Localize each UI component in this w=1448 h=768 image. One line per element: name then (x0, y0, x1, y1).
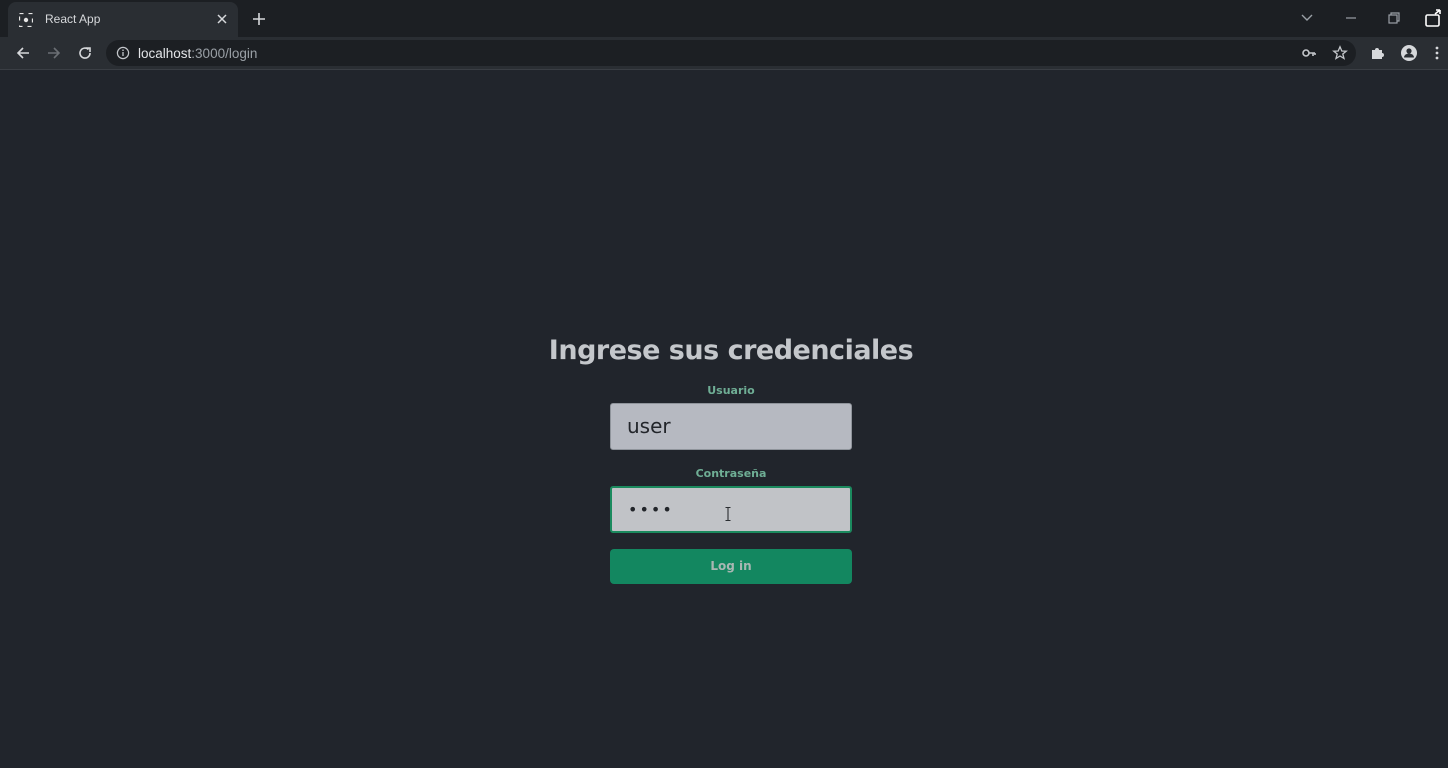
react-logo-icon (19, 13, 33, 27)
restore-window-icon[interactable] (1386, 10, 1402, 26)
url-text[interactable]: localhost:3000/login (138, 46, 257, 61)
site-info-icon[interactable] (116, 46, 130, 60)
tab-strip: React App (0, 0, 1448, 37)
password-input[interactable]: •••• (610, 486, 852, 533)
browser-window: React App localhost:3000/login Ingrese s… (0, 0, 1448, 768)
profile-avatar-icon[interactable] (1400, 44, 1418, 62)
tab-search-chevron-down-icon[interactable] (1299, 10, 1315, 26)
tab-title: React App (45, 12, 101, 26)
login-button[interactable]: Log in (610, 549, 852, 584)
close-window-icon[interactable] (1424, 9, 1444, 29)
address-bar[interactable]: localhost:3000/login (106, 40, 1356, 66)
bookmark-star-icon[interactable] (1332, 45, 1348, 61)
forward-arrow-icon[interactable] (45, 44, 63, 62)
password-key-icon[interactable] (1301, 45, 1317, 61)
reload-icon[interactable] (76, 44, 94, 62)
more-menu-icon[interactable] (1430, 44, 1444, 62)
username-input[interactable]: user (610, 403, 852, 450)
browser-toolbar: localhost:3000/login (0, 37, 1448, 69)
page-content: Ingrese sus credenciales Usuario user Co… (0, 70, 1448, 768)
tab-react-app[interactable]: React App (8, 2, 238, 37)
close-tab-icon[interactable] (215, 12, 229, 26)
url-path: :3000/login (191, 46, 258, 61)
new-tab-plus-icon[interactable] (251, 11, 267, 27)
text-cursor-icon (725, 507, 731, 521)
username-label: Usuario (707, 384, 755, 397)
minimize-icon[interactable] (1343, 10, 1359, 26)
back-arrow-icon[interactable] (14, 44, 32, 62)
login-title: Ingrese sus credenciales (548, 335, 914, 366)
extensions-puzzle-icon[interactable] (1369, 44, 1387, 62)
url-host: localhost (138, 46, 192, 61)
password-label: Contraseña (695, 467, 767, 480)
